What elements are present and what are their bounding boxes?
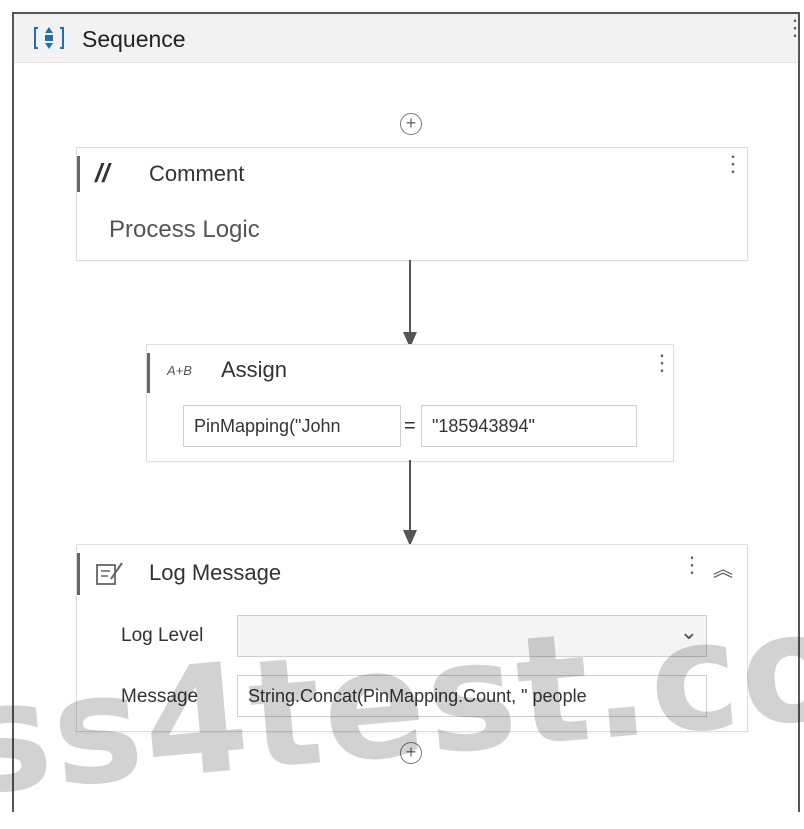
comment-activity[interactable]: // Comment ⋮ Process Logic <box>76 147 748 261</box>
log-message-icon <box>96 562 123 585</box>
flow-arrow-1 <box>403 260 417 348</box>
sequence-title: Sequence <box>82 26 186 52</box>
log-message-title: Log Message <box>149 560 282 585</box>
assign-to-field[interactable]: PinMapping("John <box>183 405 401 447</box>
collapse-icon[interactable]: ︽ <box>713 553 733 582</box>
sequence-header[interactable]: Sequence ⋮ <box>14 14 804 63</box>
sequence-icon <box>34 27 64 49</box>
assign-menu-icon[interactable]: ⋮ <box>651 352 673 374</box>
log-message-menu-icon[interactable]: ⋮ <box>681 554 703 576</box>
comment-accent-bar <box>77 156 80 192</box>
log-message-accent-bar <box>77 553 80 595</box>
assign-value-field[interactable]: "185943894" <box>421 405 637 447</box>
comment-icon: // <box>95 158 110 188</box>
assign-icon: A+B <box>167 363 192 378</box>
assign-equals-sign: = <box>404 415 416 437</box>
comment-text[interactable]: Process Logic <box>109 216 260 244</box>
comment-title: Comment <box>149 161 245 186</box>
comment-menu-icon[interactable]: ⋮ <box>722 153 744 175</box>
assign-activity[interactable]: A+B Assign ⋮ PinMapping("John = "1859438… <box>146 344 674 462</box>
flow-arrow-2 <box>403 460 417 546</box>
assign-accent-bar <box>147 353 150 393</box>
sequence-menu-icon[interactable]: ⋮ <box>784 17 804 39</box>
assign-title: Assign <box>221 357 288 382</box>
add-activity-top-icon[interactable]: + <box>400 113 422 135</box>
